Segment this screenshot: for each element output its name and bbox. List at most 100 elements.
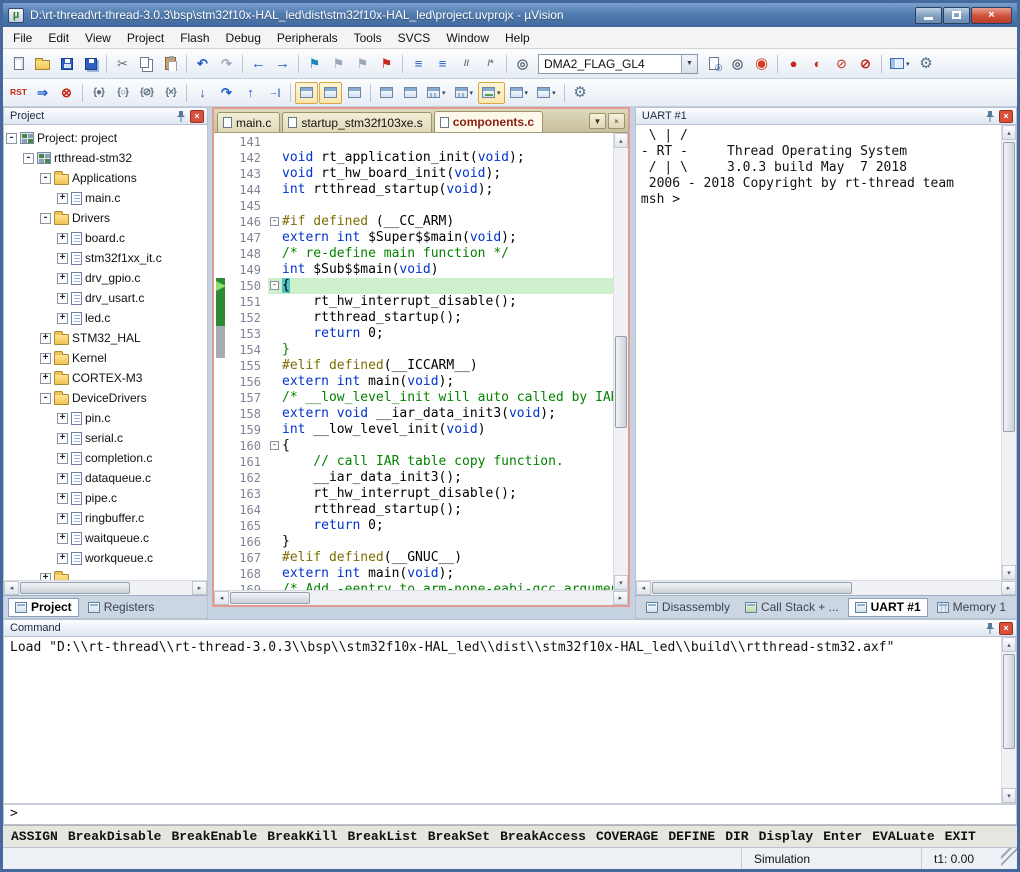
code-line-148[interactable]: 148/* re-define main function */ xyxy=(214,246,613,262)
code-line-144[interactable]: 144int rtthread_startup(void); xyxy=(214,182,613,198)
breakpoint-margin[interactable] xyxy=(214,326,230,342)
scroll-thumb[interactable] xyxy=(1003,654,1015,749)
expand-icon[interactable]: + xyxy=(57,433,68,444)
incremental-find-button[interactable]: ◎ xyxy=(726,53,749,75)
enable-disable-breakpoint-button[interactable]: ◐ xyxy=(806,53,829,75)
insert-breakpoint-button[interactable]: {●} xyxy=(87,82,110,104)
command-dir[interactable]: DIR xyxy=(725,829,748,844)
breakpoint-margin[interactable] xyxy=(214,262,230,278)
call-stack-window-button[interactable] xyxy=(399,82,422,104)
code-line-154[interactable]: 154} xyxy=(214,342,613,358)
scroll-track[interactable] xyxy=(1002,652,1016,788)
tree-item-stm32f1xx-it-c[interactable]: +stm32f1xx_it.c xyxy=(4,248,207,268)
expand-icon[interactable]: + xyxy=(57,293,68,304)
analysis-window-button[interactable]: ▾ xyxy=(506,82,533,104)
scroll-up-button[interactable]: ▴ xyxy=(614,133,628,148)
paste-button[interactable] xyxy=(159,53,182,75)
code-line-142[interactable]: 142void rt_application_init(void); xyxy=(214,150,613,166)
scroll-right-button[interactable]: ▸ xyxy=(1001,581,1016,595)
expand-icon[interactable]: + xyxy=(57,493,68,504)
code-line-159[interactable]: 159int __low_level_init(void) xyxy=(214,422,613,438)
tree-item-pin-c[interactable]: +pin.c xyxy=(4,408,207,428)
breakpoint-margin[interactable] xyxy=(214,582,230,590)
comment-selection-button[interactable]: // xyxy=(455,53,478,75)
navigate-forward-button[interactable]: → xyxy=(271,53,294,75)
maximize-button[interactable] xyxy=(943,7,970,24)
debug-settings-button[interactable]: ⚙ xyxy=(569,82,592,104)
expand-icon[interactable]: + xyxy=(57,513,68,524)
tree-item-completion-c[interactable]: +completion.c xyxy=(4,448,207,468)
tree-item-drv-usart-c[interactable]: +drv_usart.c xyxy=(4,288,207,308)
menu-item-view[interactable]: View xyxy=(77,28,119,48)
tree-item-kernel[interactable]: +Kernel xyxy=(4,348,207,368)
scroll-up-button[interactable]: ▴ xyxy=(1002,637,1016,652)
tree-item-item[interactable]: + xyxy=(4,568,207,580)
breakpoint-margin[interactable] xyxy=(214,550,230,566)
scroll-track[interactable] xyxy=(651,581,1001,595)
window-layout-button[interactable]: ▾ xyxy=(886,53,914,75)
navigate-back-button[interactable]: ← xyxy=(247,53,270,75)
menu-item-window[interactable]: Window xyxy=(438,28,497,48)
symbol-window-button[interactable] xyxy=(343,82,366,104)
code-line-167[interactable]: 167#elif defined(__GNUC__) xyxy=(214,550,613,566)
breakpoint-margin[interactable] xyxy=(214,486,230,502)
panel-tab-project[interactable]: Project xyxy=(8,598,79,617)
save-all-button[interactable] xyxy=(79,53,102,75)
expand-icon[interactable]: + xyxy=(57,313,68,324)
search-combo-value[interactable]: DMA2_FLAG_GL4 xyxy=(539,57,681,71)
copy-button[interactable] xyxy=(135,53,158,75)
code-line-164[interactable]: 164 rtthread_startup(); xyxy=(214,502,613,518)
code-line-162[interactable]: 162 __iar_data_init3(); xyxy=(214,470,613,486)
editor-tab-main-c[interactable]: main.c xyxy=(217,112,280,132)
menu-item-debug[interactable]: Debug xyxy=(218,28,269,48)
code-line-145[interactable]: 145 xyxy=(214,198,613,214)
code-line-152[interactable]: 152 rtthread_startup(); xyxy=(214,310,613,326)
indent-left-button[interactable]: ≡ xyxy=(407,53,430,75)
tree-item-serial-c[interactable]: +serial.c xyxy=(4,428,207,448)
collapse-icon[interactable]: - xyxy=(40,213,51,224)
pin-icon[interactable] xyxy=(174,110,188,123)
breakpoint-margin[interactable] xyxy=(214,150,230,166)
fold-collapse-icon[interactable]: - xyxy=(270,217,279,226)
tree-item-project-project[interactable]: -Project: project xyxy=(4,128,207,148)
breakpoint-margin[interactable] xyxy=(214,310,230,326)
find-next-button[interactable] xyxy=(702,53,725,75)
code-line-151[interactable]: 151 rt_hw_interrupt_disable(); xyxy=(214,294,613,310)
command-define[interactable]: DEFINE xyxy=(668,829,715,844)
menu-item-file[interactable]: File xyxy=(5,28,40,48)
expand-icon[interactable]: + xyxy=(57,533,68,544)
scroll-right-button[interactable]: ▸ xyxy=(613,591,628,605)
scroll-up-button[interactable]: ▴ xyxy=(1002,125,1016,140)
tree-item-led-c[interactable]: +led.c xyxy=(4,308,207,328)
cut-button[interactable]: ✂ xyxy=(111,53,134,75)
insert-remove-breakpoint-button[interactable]: ● xyxy=(782,53,805,75)
fold-collapse-icon[interactable]: - xyxy=(270,281,279,290)
scroll-thumb[interactable] xyxy=(652,582,852,594)
command-exit[interactable]: EXIT xyxy=(945,829,976,844)
breakpoint-margin[interactable] xyxy=(214,294,230,310)
command-assign[interactable]: ASSIGN xyxy=(11,829,58,844)
panel-tab-registers[interactable]: Registers xyxy=(82,598,161,617)
command-panel-header[interactable]: Command × xyxy=(3,619,1017,637)
bookmark-clear-all-button[interactable]: ⚑ xyxy=(375,53,398,75)
dock-tab-disassembly[interactable]: Disassembly xyxy=(640,598,736,617)
command-output[interactable]: Load "D:\\rt-thread\\rt-thread-3.0.3\\bs… xyxy=(4,637,1001,803)
disable-all-breakpoints-dbg-button[interactable]: {⊘} xyxy=(135,82,158,104)
debug-session-button[interactable]: ◉ xyxy=(750,53,773,75)
watch-window-button[interactable]: ▾ xyxy=(423,82,450,104)
breakpoint-margin[interactable] xyxy=(214,534,230,550)
tree-item-rtthread-stm32[interactable]: -rtthread-stm32 xyxy=(4,148,207,168)
tree-item-waitqueue-c[interactable]: +waitqueue.c xyxy=(4,528,207,548)
tree-item-drivers[interactable]: -Drivers xyxy=(4,208,207,228)
project-panel-header[interactable]: Project × xyxy=(3,107,208,125)
title-bar[interactable]: µ D:\rt-thread\rt-thread-3.0.3\bsp\stm32… xyxy=(3,3,1017,27)
minimize-button[interactable] xyxy=(915,7,942,24)
scroll-track[interactable] xyxy=(229,591,613,605)
bookmark-toggle-button[interactable]: ⚑ xyxy=(303,53,326,75)
close-document-button[interactable]: × xyxy=(608,113,625,129)
code-line-166[interactable]: 166} xyxy=(214,534,613,550)
breakpoint-margin[interactable] xyxy=(214,230,230,246)
menu-item-project[interactable]: Project xyxy=(119,28,172,48)
menu-item-edit[interactable]: Edit xyxy=(40,28,77,48)
find-in-files-button[interactable]: ◎ xyxy=(511,53,534,75)
